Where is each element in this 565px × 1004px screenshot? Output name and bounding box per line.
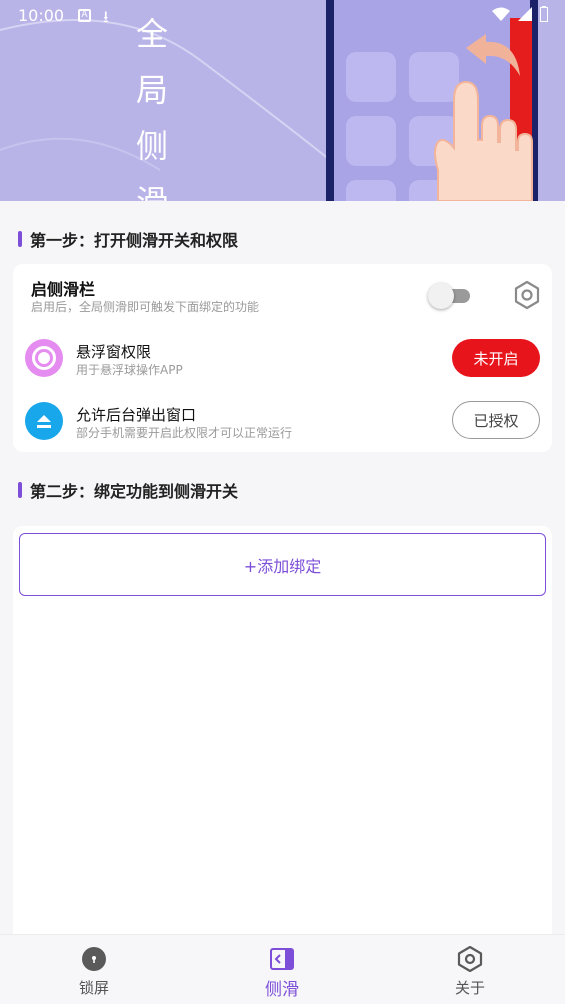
download-icon: ⭳ xyxy=(103,7,109,26)
lock-icon xyxy=(82,947,106,971)
hero-banner: 全 局 侧 滑 10:00 A ⭳ xyxy=(0,0,565,201)
banner-title-char: 侧 xyxy=(135,127,168,165)
step2-title: 第二步：绑定功能到侧滑开关 xyxy=(30,482,239,501)
background-popup-title: 允许后台弹出窗口 xyxy=(76,406,197,424)
overlay-permission-subtitle: 用于悬浮球操作APP xyxy=(76,363,183,377)
overlay-permission-title: 悬浮窗权限 xyxy=(76,343,152,361)
status-time: 10:00 xyxy=(18,6,65,25)
banner-title: 全 局 侧 滑 xyxy=(134,6,170,201)
side-swipe-icon xyxy=(270,948,294,970)
status-bar: 10:00 A ⭳ xyxy=(18,6,548,26)
popup-window-icon xyxy=(25,402,63,440)
nav-item-about[interactable]: 关于 xyxy=(420,935,520,1004)
authorized-button[interactable]: 已授权 xyxy=(452,401,540,439)
enable-overlay-button[interactable]: 未开启 xyxy=(452,339,540,377)
notification-a-icon: A xyxy=(78,9,91,22)
floating-window-icon xyxy=(25,339,63,377)
signal-icon xyxy=(518,7,532,21)
battery-icon xyxy=(540,6,548,22)
banner-title-char: 局 xyxy=(135,71,168,109)
nav-label: 关于 xyxy=(454,979,485,997)
bottom-nav: 锁屏 侧滑 关于 xyxy=(0,934,565,1004)
sidebar-toggle-title: 启侧滑栏 xyxy=(31,280,96,299)
step2-header: 第二步：绑定功能到侧滑开关 xyxy=(18,479,238,501)
nav-label: 锁屏 xyxy=(78,979,109,997)
step1-header: 第一步：打开侧滑开关和权限 xyxy=(18,228,238,250)
background-popup-subtitle: 部分手机需要开启此权限才可以正常运行 xyxy=(76,426,293,440)
nav-label: 侧滑 xyxy=(265,980,299,1000)
step1-title: 第一步：打开侧滑开关和权限 xyxy=(30,231,239,250)
section-accent-bar xyxy=(18,482,22,498)
hand-swipe-icon xyxy=(434,34,533,201)
add-binding-button[interactable]: +添加绑定 xyxy=(19,533,546,596)
settings-gear-icon[interactable] xyxy=(512,280,542,310)
nav-item-side-swipe[interactable]: 侧滑 xyxy=(232,935,332,1004)
banner-title-char: 滑 xyxy=(134,174,170,201)
section-accent-bar xyxy=(18,231,22,247)
hexagon-settings-icon xyxy=(457,946,483,972)
nav-item-lock[interactable]: 锁屏 xyxy=(44,935,144,1004)
wifi-icon xyxy=(492,7,510,21)
sidebar-toggle-subtitle: 启用后，全局侧滑即可触发下面绑定的功能 xyxy=(31,300,260,314)
sidebar-toggle-switch[interactable] xyxy=(428,283,472,309)
